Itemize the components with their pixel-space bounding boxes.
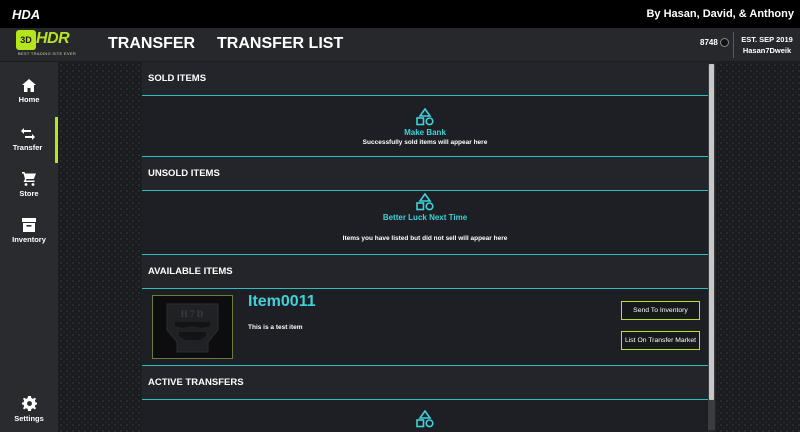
sold-items-body: Make Bank Successfully sold items will a…: [142, 96, 708, 157]
sidebar: Home Transfer Store Inventory Settings: [0, 62, 58, 432]
sidebar-item-home[interactable]: Home: [0, 68, 58, 114]
header-divider: [733, 32, 734, 58]
unsold-items-body: Better Luck Next Time Items you have lis…: [142, 191, 708, 255]
inventory-box-icon: [22, 218, 36, 232]
sidebar-item-label: Settings: [14, 413, 44, 423]
list-on-transfer-market-button[interactable]: List On Transfer Market: [621, 331, 700, 350]
sold-empty-text: Successfully sold items will appear here: [362, 139, 488, 146]
gear-icon: [21, 395, 37, 411]
item-emblem-text: H 7 D: [181, 309, 204, 319]
transfer-list-panel: SOLD ITEMS Make Bank Successfully sold i…: [142, 62, 716, 432]
sidebar-item-label: Inventory: [12, 235, 46, 244]
available-items-header[interactable]: AVAILABLE ITEMS: [142, 255, 708, 289]
cart-icon: [22, 172, 36, 186]
established-date: EST. SEP 2019: [741, 35, 793, 44]
sidebar-item-transfer[interactable]: Transfer: [0, 117, 58, 163]
item-name: Item0011: [248, 293, 316, 310]
logo-tagline: BEST TRADING SITE EVER: [18, 51, 77, 56]
shapes-icon: [416, 108, 434, 126]
sidebar-item-label: Transfer: [12, 143, 43, 152]
unsold-empty-state: Better Luck Next Time Items you have lis…: [142, 193, 708, 242]
scrollbar-thumb[interactable]: [709, 64, 714, 400]
logo-wordmark: HDR: [36, 30, 70, 47]
sidebar-item-label: Home: [18, 94, 40, 104]
section-title: TRANSFER: [108, 35, 196, 52]
logo[interactable]: 3D HDR BEST TRADING SITE EVER: [16, 30, 76, 57]
coin-balance: 8748: [700, 38, 729, 47]
sold-items-header[interactable]: SOLD ITEMS: [142, 62, 708, 96]
item-emblem-image: H 7 D: [153, 296, 232, 358]
sidebar-item-inventory[interactable]: Inventory: [0, 208, 58, 254]
panel-scrollbar[interactable]: [708, 64, 715, 430]
credits-text: By Hasan, David, & Anthony: [646, 8, 794, 20]
sold-empty-title: Make Bank: [404, 128, 446, 137]
transfer-arrows-icon: [20, 128, 35, 140]
sidebar-item-label: Store: [19, 189, 39, 198]
title-bar: HDA By Hasan, David, & Anthony: [0, 0, 800, 28]
item-image[interactable]: H 7 D: [152, 295, 233, 359]
active-empty-state: [142, 410, 708, 428]
logo-mark: 3D: [16, 30, 36, 50]
active-transfers-heading: ACTIVE TRANSFERS: [148, 377, 244, 388]
app-name: HDA: [12, 6, 41, 22]
unsold-items-header[interactable]: UNSOLD ITEMS: [142, 157, 708, 191]
active-transfers-header[interactable]: ACTIVE TRANSFERS: [142, 366, 708, 400]
item-description: This is a test item: [248, 324, 303, 331]
username: Hasan7Dweik: [742, 46, 792, 55]
header-bar: 3D HDR BEST TRADING SITE EVER TRANSFER T…: [0, 28, 800, 62]
sidebar-item-store[interactable]: Store: [0, 162, 58, 208]
sidebar-item-settings[interactable]: Settings: [0, 386, 58, 432]
available-items-heading: AVAILABLE ITEMS: [148, 266, 233, 277]
page-title: TRANSFER LIST: [217, 35, 344, 52]
unsold-items-heading: UNSOLD ITEMS: [148, 168, 220, 179]
unsold-empty-text: Items you have listed but did not sell w…: [342, 235, 508, 242]
user-info[interactable]: EST. SEP 2019 Hasan7Dweik: [738, 34, 796, 56]
available-item-row[interactable]: H 7 D Item0011 This is a test item Send …: [142, 289, 708, 366]
unsold-empty-title: Better Luck Next Time: [382, 213, 468, 222]
home-icon: [22, 78, 36, 92]
sold-items-heading: SOLD ITEMS: [148, 73, 207, 84]
sold-empty-state: Make Bank Successfully sold items will a…: [142, 108, 708, 146]
shapes-icon: [416, 193, 434, 211]
send-to-inventory-button[interactable]: Send To Inventory: [621, 301, 700, 320]
coin-amount: 8748: [700, 38, 718, 47]
active-transfers-body: [142, 400, 708, 432]
shapes-icon: [416, 410, 434, 428]
coin-icon: [719, 38, 729, 47]
